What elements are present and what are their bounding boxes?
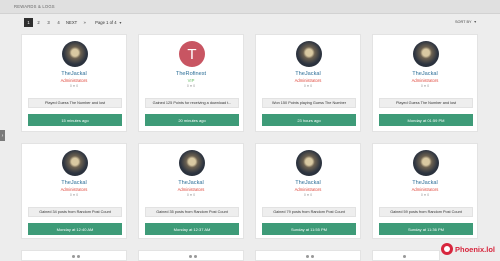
user-stats: 0 ● 0 bbox=[303, 193, 313, 197]
reward-card: TheJackal Administrators 0 ● 0 Played Gu… bbox=[372, 34, 478, 132]
reward-description: Gained 34 posts from Random Post Count bbox=[28, 207, 122, 217]
avatar[interactable] bbox=[413, 150, 439, 176]
reward-description: Gained 35 posts from Random Post Count bbox=[145, 207, 239, 217]
dot-icon bbox=[77, 255, 80, 258]
page-info-label: Page 1 of 4 bbox=[95, 20, 117, 25]
user-role: Administrators bbox=[177, 187, 205, 192]
reward-description: Gained 125 Points for receiving a downlo… bbox=[145, 98, 239, 108]
next-page-button[interactable]: NEXT bbox=[64, 18, 79, 27]
sort-by-label: SORT BY bbox=[455, 20, 472, 24]
avatar[interactable] bbox=[62, 41, 88, 67]
user-role: VIP bbox=[187, 78, 195, 83]
username-link[interactable]: TheJackal bbox=[139, 180, 243, 186]
username-link[interactable]: TheJackal bbox=[256, 71, 360, 77]
avatar[interactable]: T bbox=[179, 41, 205, 67]
page-4-button[interactable]: 4 bbox=[54, 18, 63, 27]
username-link[interactable]: TheJackal bbox=[373, 71, 477, 77]
chevron-right-icon: › bbox=[1, 132, 4, 139]
reward-card-partial bbox=[372, 250, 440, 261]
reward-card: TheJackal Administrators 0 ● 0 Gained 59… bbox=[372, 143, 478, 239]
phoenix-logo-icon bbox=[441, 243, 453, 255]
reward-description: Won 150 Points playing Guess The Number bbox=[262, 98, 356, 108]
reward-card: TheJackal Administrators 0 ● 0 Won 150 P… bbox=[255, 34, 361, 132]
avatar[interactable] bbox=[296, 150, 322, 176]
page-jump-dropdown[interactable]: Page 1 of 4 ▼ bbox=[95, 20, 122, 25]
user-stats: 0 ● 0 bbox=[69, 84, 79, 88]
reward-description: Gained 59 posts from Random Post Count bbox=[379, 207, 473, 217]
site-logo[interactable]: Phoenix.lol bbox=[441, 243, 495, 255]
user-role: Administrators bbox=[60, 187, 88, 192]
sidebar-toggle-handle[interactable]: › bbox=[0, 130, 5, 141]
reward-time: Sunday at 11:55 PM bbox=[262, 223, 356, 235]
reward-description: Played Guess The Number and lost bbox=[379, 98, 473, 108]
username-link[interactable]: TheJackal bbox=[22, 180, 126, 186]
username-link[interactable]: TheJackal bbox=[373, 180, 477, 186]
user-role: Administrators bbox=[294, 78, 322, 83]
user-role: Administrators bbox=[294, 187, 322, 192]
dot-icon bbox=[194, 255, 197, 258]
reward-card: TheJackal Administrators 0 ● 0 Gained 34… bbox=[21, 143, 127, 239]
reward-time: 15 minutes ago bbox=[28, 114, 122, 126]
username-link[interactable]: TheJackal bbox=[22, 71, 126, 77]
reward-time: Monday at 12:37 AM bbox=[145, 223, 239, 235]
reward-time: 20 minutes ago bbox=[145, 114, 239, 126]
dot-icon bbox=[403, 255, 406, 258]
user-role: Administrators bbox=[60, 78, 88, 83]
site-logo-text: Phoenix.lol bbox=[455, 244, 496, 254]
pagination: 1 2 3 4 NEXT » Page 1 of 4 ▼ bbox=[24, 18, 122, 27]
user-stats: 0 ● 0 bbox=[186, 193, 196, 197]
user-stats: 0 ● 0 bbox=[420, 84, 430, 88]
reward-time: Sunday at 11:36 PM bbox=[379, 223, 473, 235]
reward-card: TheJackal Administrators 0 ● 0 Played Gu… bbox=[21, 34, 127, 132]
user-role: Administrators bbox=[411, 78, 439, 83]
user-role: Administrators bbox=[411, 187, 439, 192]
dot-icon bbox=[311, 255, 314, 258]
section-title: REWARDS & LOGS bbox=[14, 4, 55, 9]
avatar[interactable] bbox=[179, 150, 205, 176]
page-1-button[interactable]: 1 bbox=[24, 18, 33, 27]
reward-card-partial bbox=[255, 250, 361, 261]
caret-down-icon: ▼ bbox=[473, 20, 477, 24]
reward-card: TheJackal Administrators 0 ● 0 Gained 79… bbox=[255, 143, 361, 239]
section-header: REWARDS & LOGS bbox=[0, 0, 500, 14]
page-3-button[interactable]: 3 bbox=[44, 18, 53, 27]
sort-by-dropdown[interactable]: SORT BY ▼ bbox=[455, 20, 477, 24]
dot-icon bbox=[189, 255, 192, 258]
caret-down-icon: ▼ bbox=[118, 21, 123, 25]
reward-card: T TheRofinest VIP 0 ● 0 Gained 125 Point… bbox=[138, 34, 244, 132]
last-page-button[interactable]: » bbox=[80, 18, 89, 27]
user-stats: 0 ● 0 bbox=[420, 193, 430, 197]
avatar[interactable] bbox=[62, 150, 88, 176]
user-stats: 0 ● 0 bbox=[303, 84, 313, 88]
avatar[interactable] bbox=[296, 41, 322, 67]
reward-description: Gained 79 posts from Random Post Count bbox=[262, 207, 356, 217]
reward-time: Monday at 01:59 PM bbox=[379, 114, 473, 126]
reward-card: TheJackal Administrators 0 ● 0 Gained 35… bbox=[138, 143, 244, 239]
reward-card-partial bbox=[138, 250, 244, 261]
username-link[interactable]: TheJackal bbox=[256, 180, 360, 186]
username-link[interactable]: TheRofinest bbox=[139, 71, 243, 77]
avatar[interactable] bbox=[413, 41, 439, 67]
reward-card-partial bbox=[21, 250, 127, 261]
reward-description: Played Guess The Number and lost bbox=[28, 98, 122, 108]
page-2-button[interactable]: 2 bbox=[34, 18, 43, 27]
user-stats: 0 ● 0 bbox=[69, 193, 79, 197]
dot-icon bbox=[72, 255, 75, 258]
reward-time: Monday at 12:40 AM bbox=[28, 223, 122, 235]
user-stats: 0 ● 0 bbox=[186, 84, 196, 88]
dot-icon bbox=[306, 255, 309, 258]
reward-time: 23 hours ago bbox=[262, 114, 356, 126]
